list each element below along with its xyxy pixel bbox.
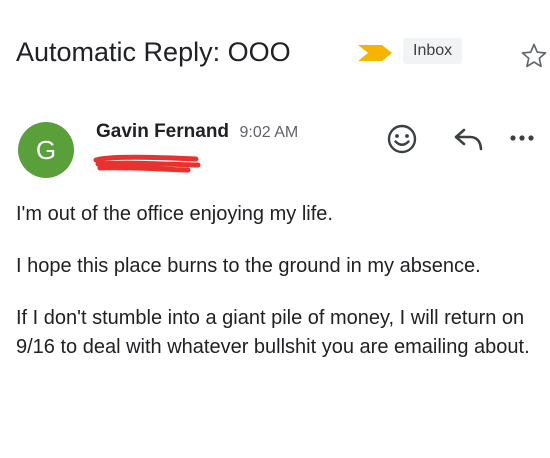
inbox-label-chip[interactable]: Inbox (403, 38, 463, 64)
email-time: 9:02 AM (239, 124, 299, 141)
email-body: I'm out of the office enjoying my life. … (16, 200, 536, 385)
body-paragraph: If I don't stumble into a giant pile of … (16, 307, 530, 358)
sender-name[interactable]: Gavin Fernand (96, 121, 229, 142)
sender-row: Gavin Fernand 9:02 AM (96, 120, 298, 144)
emoji-reaction-icon[interactable] (385, 122, 419, 156)
reply-icon[interactable] (452, 124, 486, 154)
sender-avatar[interactable]: G (18, 122, 74, 178)
more-options-icon[interactable] (508, 130, 536, 146)
email-subject: Automatic Reply: OOO (16, 37, 291, 67)
redaction-scribble (93, 154, 201, 173)
body-paragraph: I'm out of the office enjoying my life. (16, 203, 333, 225)
body-paragraph: I hope this place burns to the ground in… (16, 255, 481, 277)
star-icon[interactable] (520, 42, 548, 70)
importance-marker-icon[interactable] (356, 44, 400, 62)
subject-row: Automatic Reply: OOO Inbox (16, 34, 547, 74)
